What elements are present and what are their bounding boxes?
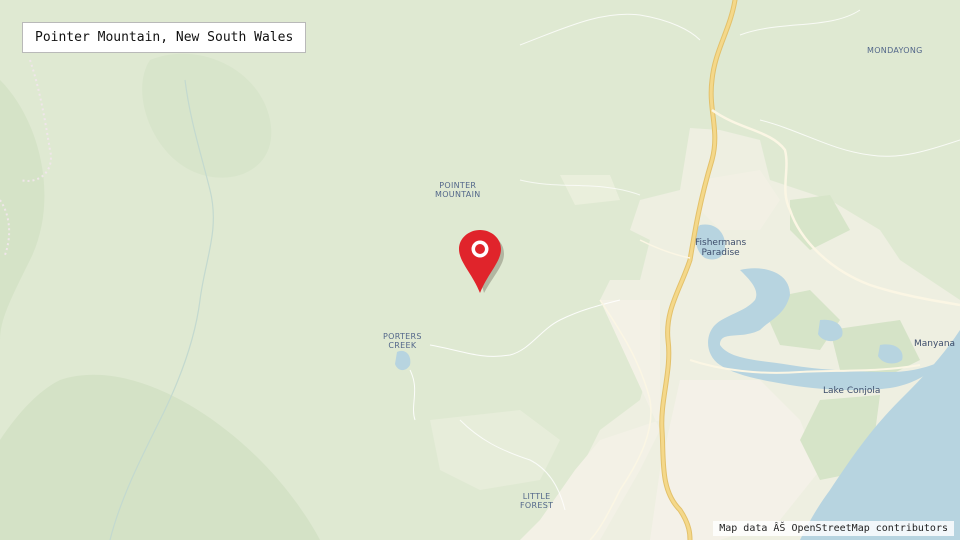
map-attribution[interactable]: Map data ÂŠ OpenStreetMap contributors <box>713 521 954 536</box>
place-label-little-forest: LITTLE FOREST <box>520 492 554 510</box>
place-label-pointer-mountain: POINTER MOUNTAIN <box>435 181 481 199</box>
place-label-mondayong: MONDAYONG <box>867 46 923 55</box>
map-canvas[interactable]: POINTER MOUNTAIN PORTERS CREEK LITTLE FO… <box>0 0 960 540</box>
location-title: Pointer Mountain, New South Wales <box>35 30 294 45</box>
place-label-fishermans-paradise: Fishermans Paradise <box>695 238 747 258</box>
place-label-lake-conjola: Lake Conjola <box>823 386 881 396</box>
map-pin-icon[interactable] <box>458 229 506 295</box>
place-label-porters-creek: PORTERS CREEK <box>383 332 422 350</box>
location-title-box: Pointer Mountain, New South Wales <box>22 22 307 53</box>
place-label-manyana: Manyana <box>914 339 956 349</box>
